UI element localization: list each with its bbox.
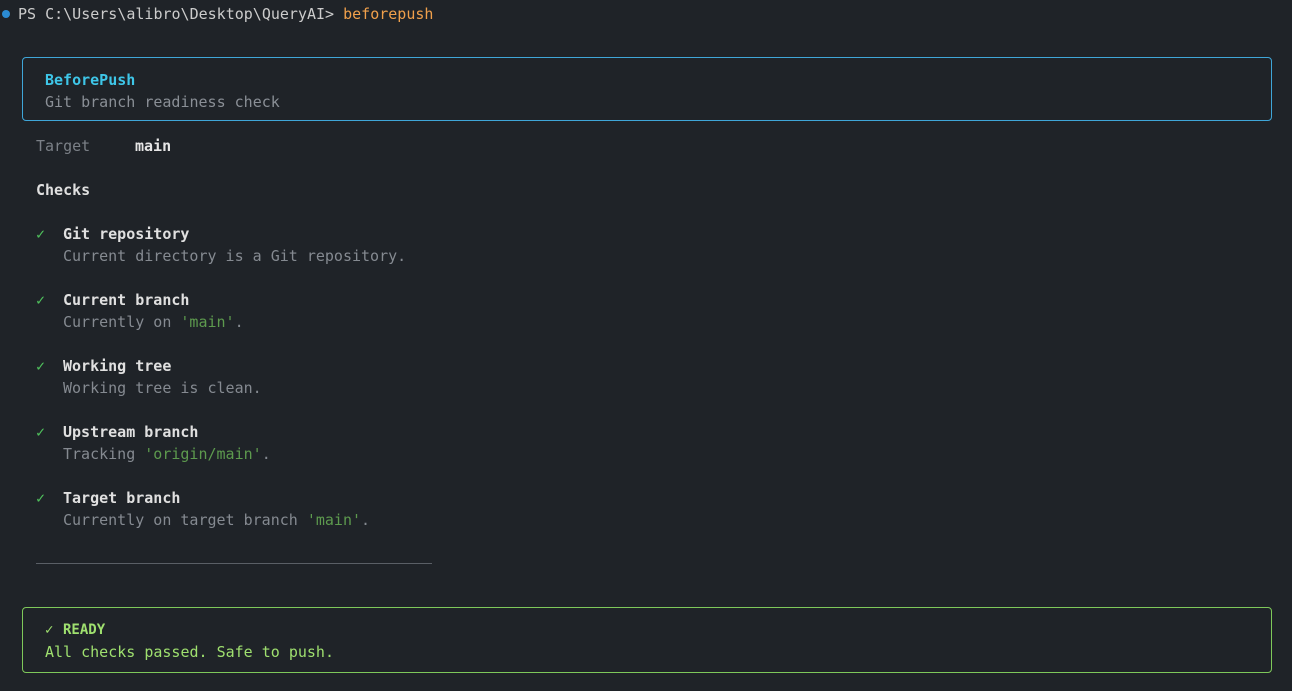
check-icon: ✓ [36,291,46,309]
prompt-command: beforepush [343,5,434,23]
check-title: Git repository [63,225,190,243]
status-message: All checks passed. Safe to push. [45,643,334,661]
terminal-prompt-line: PS C:\Users\alibro\Desktop\QueryAI> befo… [0,4,433,24]
check-description-highlight: 'main' [180,313,235,331]
status-title: ✓ READY [45,620,105,640]
header-box: BeforePush Git branch readiness check [22,57,1272,121]
check-description-highlight: 'origin/main' [144,445,262,463]
check-title: Upstream branch [63,423,199,441]
check-description: Currently on target branch 'main'. [63,510,370,530]
check-title: Target branch [63,489,181,507]
check-description-text: Currently on [63,313,181,331]
target-row: Target main [36,136,171,156]
check-description-highlight: 'main' [306,511,362,529]
check-description-text: Working tree is clean. [63,379,262,397]
check-icon: ✓ [36,225,46,243]
check-description-text: Current directory is a Git repository. [63,247,407,265]
check-description: Current directory is a Git repository. [63,246,406,266]
check-icon: ✓ [36,489,46,507]
check-title: Current branch [63,291,190,309]
check-icon: ✓ [45,622,54,638]
status-box: ✓ READY All checks passed. Safe to push. [22,607,1272,673]
target-value: main [135,137,172,155]
check-description: Currently on 'main'. [63,312,244,332]
check-description-text: Currently on target branch [63,511,307,529]
check-description: Working tree is clean. [63,378,262,398]
check-description-suffix: . [261,445,271,463]
status-label: READY [63,622,106,638]
prompt-text: PS C:\Users\alibro\Desktop\QueryAI> befo… [18,4,433,24]
divider [36,563,432,564]
checks-heading: Checks [36,181,91,199]
check-description-suffix: . [361,511,371,529]
check-description-suffix: . [234,313,244,331]
check-description: Tracking 'origin/main'. [63,444,271,464]
check-icon: ✓ [36,423,46,441]
prompt-status-dot-icon [2,10,10,18]
check-title: Working tree [63,357,172,375]
header-title: BeforePush [45,71,136,89]
check-icon: ✓ [36,357,46,375]
target-label: Target [36,137,91,155]
check-description-text: Tracking [63,445,145,463]
header-subtitle: Git branch readiness check [45,93,280,111]
prompt-path: PS C:\Users\alibro\Desktop\QueryAI> [18,5,344,23]
